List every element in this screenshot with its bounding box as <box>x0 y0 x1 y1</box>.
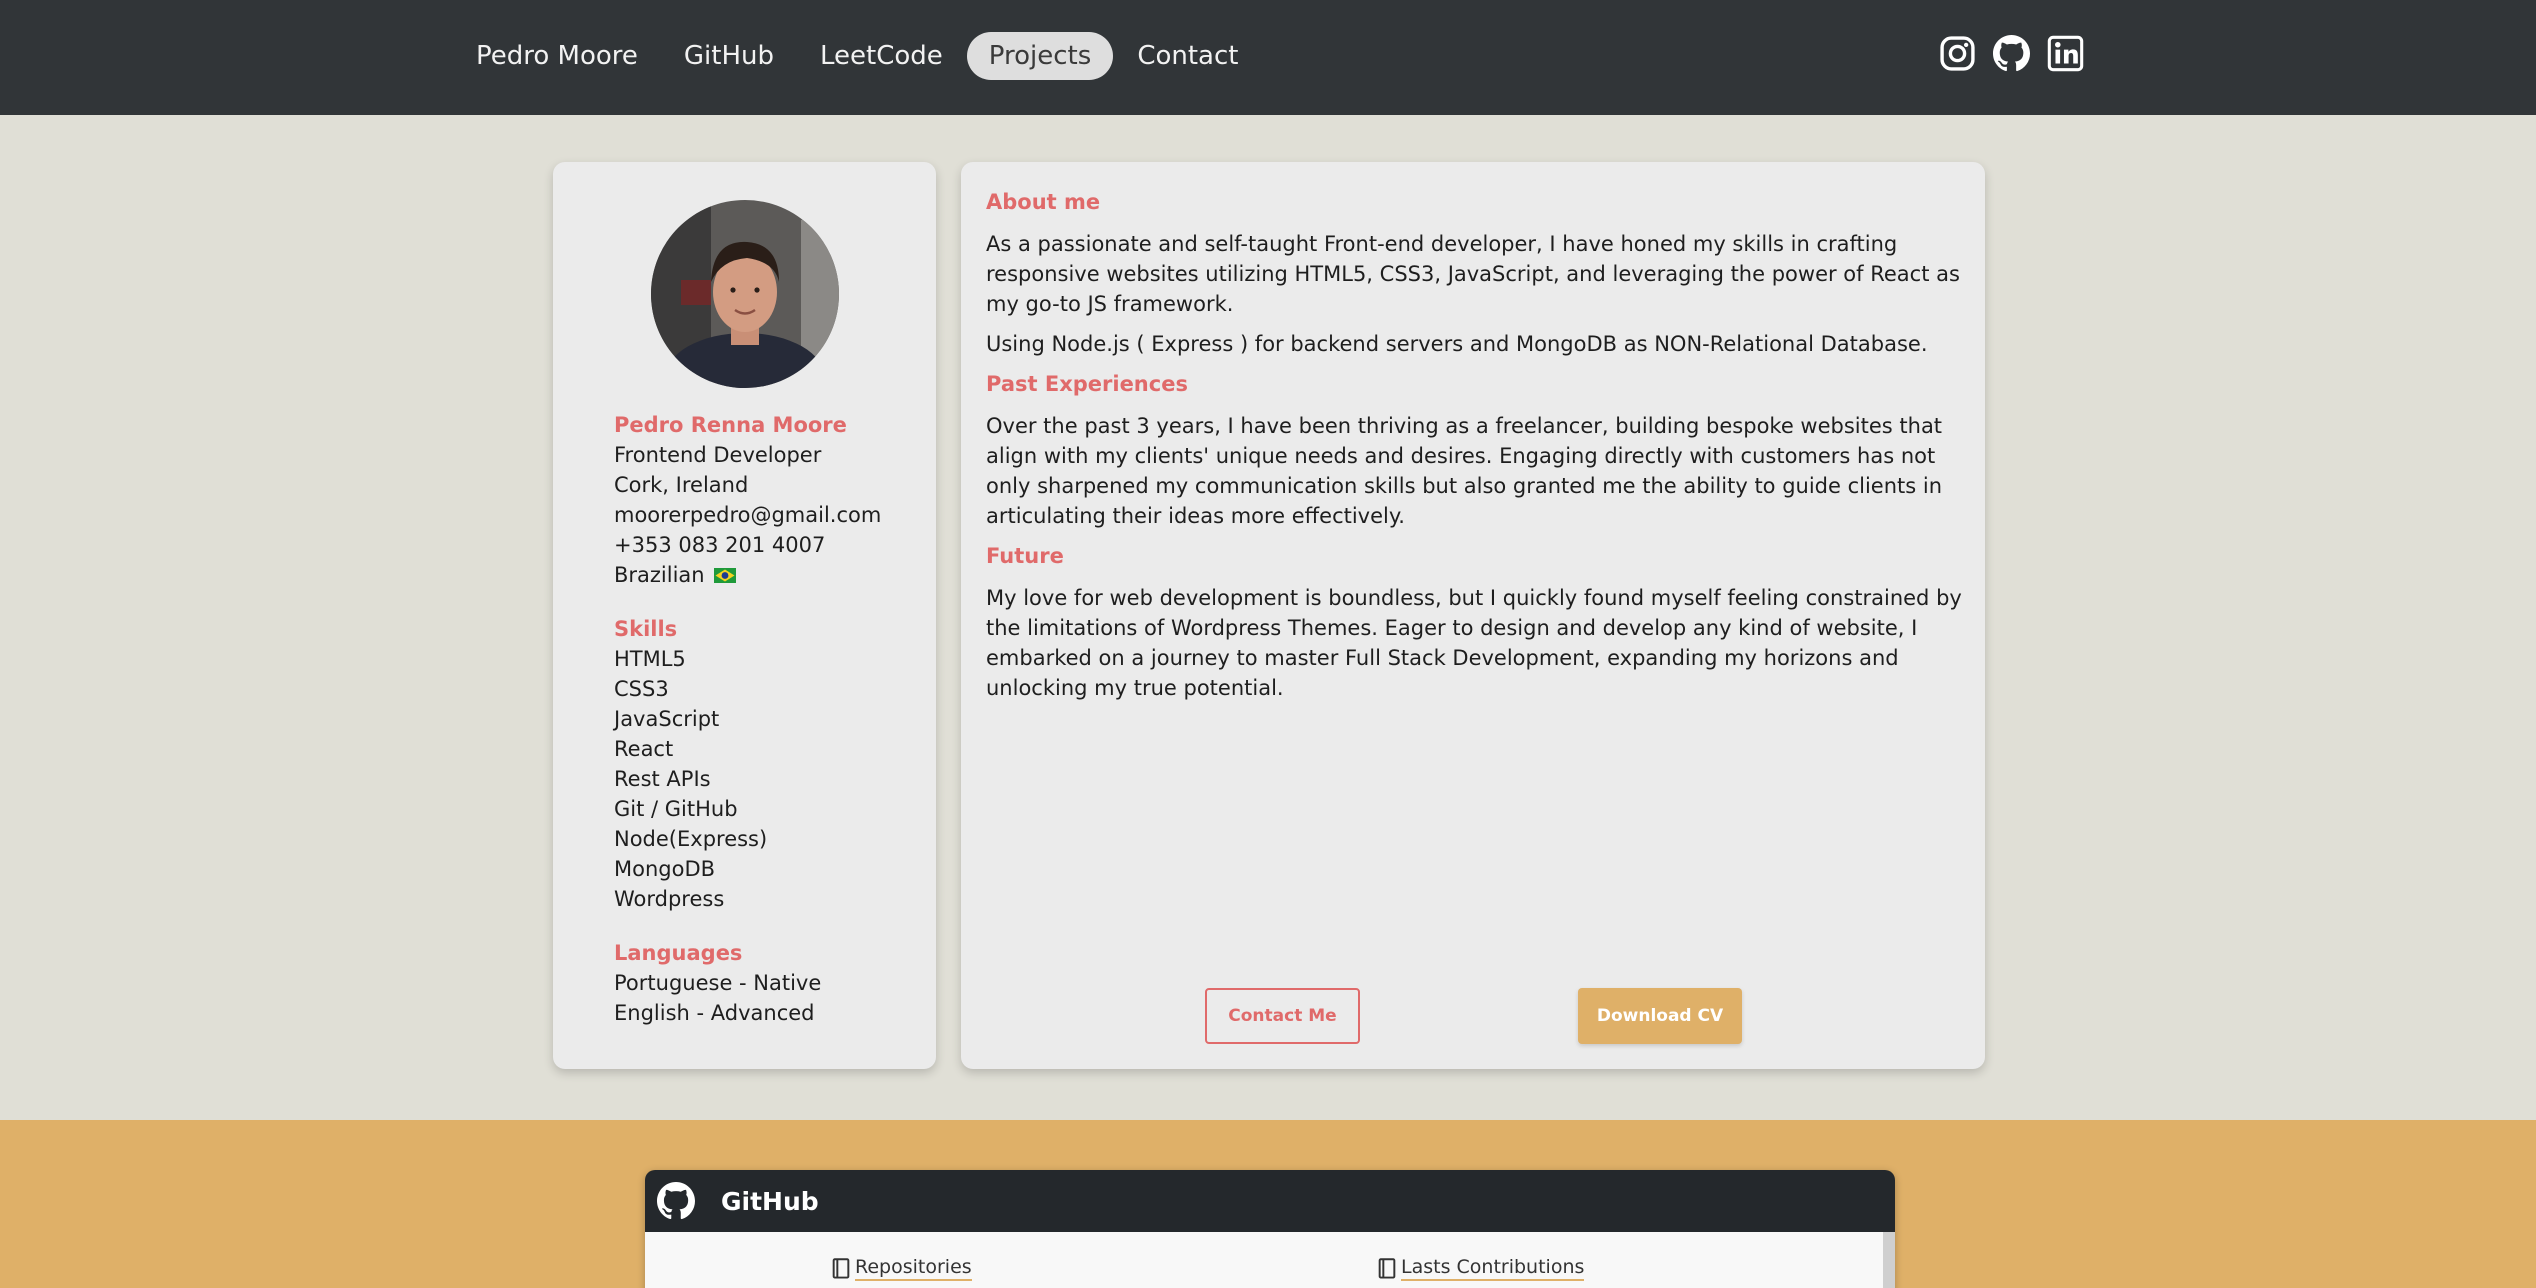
nav-links: Pedro Moore GitHub LeetCode Projects Con… <box>454 31 1262 81</box>
github-panel-header: GitHub <box>645 1170 1895 1232</box>
github-icon[interactable] <box>1993 35 2030 72</box>
profile-name: Pedro Renna Moore <box>614 413 847 437</box>
skill-item: JavaScript <box>614 707 720 731</box>
languages-list: Languages Portuguese - Native English - … <box>614 938 924 1028</box>
future-paragraph: My love for web development is boundless… <box>986 586 1962 700</box>
instagram-icon[interactable] <box>1939 35 1976 72</box>
past-experiences-paragraph: Over the past 3 years, I have been thriv… <box>986 414 1943 528</box>
nav-link-home[interactable]: Pedro Moore <box>454 32 660 80</box>
social-links <box>1939 35 2084 72</box>
github-panel: GitHub Repositories Lasts Contributions <box>645 1170 1895 1288</box>
about-content: About me As a passionate and self-taught… <box>986 187 1966 713</box>
skill-item: HTML5 <box>614 647 686 671</box>
github-section: GitHub Repositories Lasts Contributions <box>0 1120 2536 1288</box>
about-paragraph: Using Node.js ( Express ) for backend se… <box>986 332 1928 356</box>
contact-details: Pedro Renna Moore Frontend Developer Cor… <box>614 410 924 590</box>
about-card: About me As a passionate and self-taught… <box>961 162 1985 1069</box>
scrollbar[interactable] <box>1883 1232 1895 1288</box>
github-panel-title: GitHub <box>721 1186 819 1216</box>
profile-info: Pedro Renna Moore Frontend Developer Cor… <box>614 410 924 1052</box>
github-logo-icon <box>657 1182 695 1220</box>
skills-list: Skills HTML5 CSS3 JavaScript React Rest … <box>614 614 924 914</box>
past-experiences-title: Past Experiences <box>986 372 1188 396</box>
github-panel-body: Repositories Lasts Contributions <box>645 1232 1895 1288</box>
tab-last-contributions-label: Lasts Contributions <box>1401 1256 1585 1281</box>
profile-role: Frontend Developer <box>614 443 822 467</box>
brazil-flag-icon <box>714 568 737 583</box>
skill-item: Node(Express) <box>614 827 768 851</box>
profile-nationality: Brazilian <box>614 563 705 587</box>
nav-link-projects[interactable]: Projects <box>966 32 1114 80</box>
book-icon <box>832 1257 850 1279</box>
profile-phone: +353 083 201 4007 <box>614 533 826 557</box>
profile-email: moorerpedro@gmail.com <box>614 503 882 527</box>
language-item: English - Advanced <box>614 1001 815 1025</box>
future-title: Future <box>986 544 1064 568</box>
profile-card: Pedro Renna Moore Frontend Developer Cor… <box>553 162 936 1069</box>
nav-link-contact[interactable]: Contact <box>1115 32 1260 80</box>
about-title: About me <box>986 190 1101 214</box>
download-cv-button[interactable]: Download CV <box>1578 988 1742 1044</box>
nav-link-github[interactable]: GitHub <box>662 32 796 80</box>
skill-item: Rest APIs <box>614 767 711 791</box>
skill-item: React <box>614 737 674 761</box>
avatar <box>651 200 839 388</box>
tab-repositories[interactable]: Repositories <box>831 1256 972 1281</box>
skill-item: Git / GitHub <box>614 797 738 821</box>
about-paragraph: As a passionate and self-taught Front-en… <box>986 232 1960 316</box>
skill-item: MongoDB <box>614 857 716 881</box>
profile-location: Cork, Ireland <box>614 473 749 497</box>
skill-item: CSS3 <box>614 677 669 701</box>
contact-me-button[interactable]: Contact Me <box>1205 988 1360 1044</box>
book-icon <box>1378 1257 1396 1279</box>
nav-link-leetcode[interactable]: LeetCode <box>798 32 965 80</box>
tab-last-contributions[interactable]: Lasts Contributions <box>1377 1256 1585 1281</box>
languages-heading: Languages <box>614 941 743 965</box>
navbar: Pedro Moore GitHub LeetCode Projects Con… <box>0 0 2536 115</box>
tab-repositories-label: Repositories <box>855 1256 972 1281</box>
profile-nationality-row: Brazilian <box>614 560 924 590</box>
language-item: Portuguese - Native <box>614 971 822 995</box>
linkedin-icon[interactable] <box>2047 35 2084 72</box>
skills-heading: Skills <box>614 617 678 641</box>
skill-item: Wordpress <box>614 887 725 911</box>
